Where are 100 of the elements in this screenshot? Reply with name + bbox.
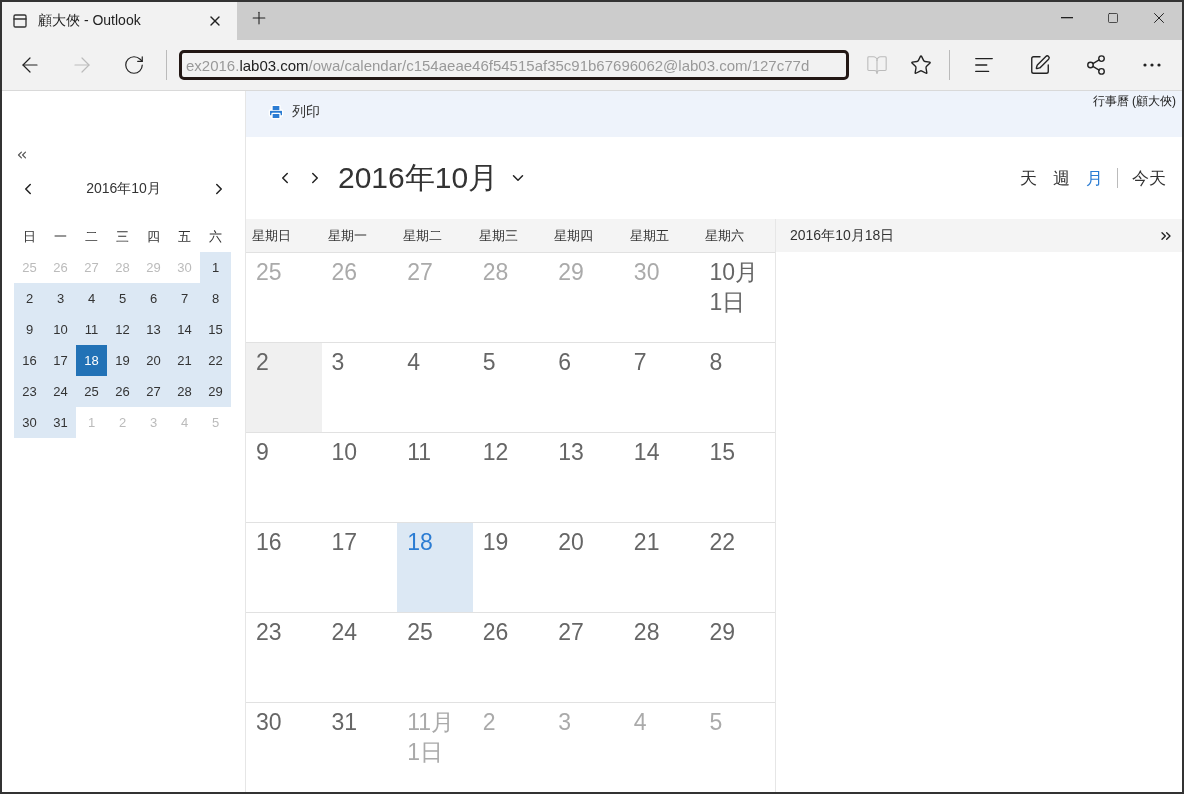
view-tab[interactable]: 週 — [1047, 166, 1076, 190]
mini-calendar-day[interactable]: 17 — [45, 345, 76, 376]
today-button[interactable]: 今天 — [1126, 166, 1172, 190]
day-number: 9 — [256, 438, 269, 467]
mini-calendar-day[interactable]: 1 — [200, 252, 231, 283]
mini-calendar-day[interactable]: 31 — [45, 407, 76, 438]
day-number: 7 — [633, 348, 647, 377]
day-cell[interactable]: 8 — [699, 342, 775, 432]
day-number: 28 — [482, 258, 509, 287]
day-cell[interactable]: 14 — [623, 432, 700, 522]
mini-calendar-day[interactable]: 20 — [138, 345, 169, 376]
weekday-label: 六 — [208, 227, 223, 246]
mini-calendar-day[interactable]: 30 — [14, 407, 45, 438]
day-cell[interactable]: 26 — [472, 612, 549, 702]
mini-calendar-day[interactable]: 12 — [107, 314, 138, 345]
day-cell[interactable]: 15 — [699, 432, 775, 522]
mini-calendar-day[interactable]: 27 — [138, 376, 169, 407]
day-cell[interactable]: 13 — [548, 432, 624, 522]
day-cell[interactable]: 4 — [397, 342, 473, 432]
calendar-name: 行事曆 (顧大俠) — [1092, 93, 1176, 110]
mini-calendar-day[interactable]: 21 — [169, 345, 200, 376]
day-number: 25 — [256, 258, 282, 287]
browser-tab[interactable]: 顧大俠 - Outlook — [2, 2, 237, 40]
print-button[interactable]: 列印 — [268, 103, 320, 121]
day-cell[interactable]: 20 — [548, 522, 624, 612]
mini-calendar-day[interactable]: 26 — [107, 376, 138, 407]
day-number: 12 — [482, 438, 509, 467]
day-cell[interactable]: 12 — [472, 432, 549, 522]
mini-calendar-day[interactable]: 19 — [107, 345, 138, 376]
day-cell[interactable]: 25 — [397, 612, 473, 702]
maximize-icon — [1107, 12, 1119, 24]
mini-calendar-day[interactable]: 11 — [76, 314, 107, 345]
mini-calendar-day[interactable]: 4 — [76, 283, 107, 314]
day-number: 20 — [558, 528, 584, 557]
day-number: 31 — [331, 708, 358, 737]
day-cell[interactable]: 19 — [472, 522, 549, 612]
mini-calendar-day[interactable]: 7 — [169, 283, 200, 314]
day-cell[interactable]: 18 — [397, 522, 473, 612]
day-cell[interactable]: 7 — [623, 342, 700, 432]
day-cell[interactable]: 30 — [246, 702, 322, 792]
day-number: 18 — [407, 528, 433, 557]
mini-calendar-day[interactable]: 16 — [14, 345, 45, 376]
mini-calendar-day[interactable]: 23 — [14, 376, 45, 407]
mini-calendar-day[interactable]: 28 — [169, 376, 200, 407]
day-cell[interactable]: 16 — [246, 522, 322, 612]
day-cell[interactable]: 5 — [472, 342, 549, 432]
view-tab[interactable]: 月 — [1080, 166, 1109, 190]
mini-calendar-day[interactable]: 5 — [107, 283, 138, 314]
day-cell[interactable]: 10 — [321, 432, 398, 522]
pen-icon — [1029, 54, 1051, 76]
day-number: 26 — [331, 258, 358, 287]
weekday-label: 四 — [146, 227, 161, 246]
mini-calendar-day[interactable]: 29 — [200, 376, 231, 407]
mini-calendar-day[interactable]: 25 — [76, 376, 107, 407]
mini-calendar-day[interactable]: 18 — [76, 345, 107, 376]
mini-calendar-title: 2016年10月 — [86, 180, 161, 198]
day-number: 24 — [331, 618, 358, 647]
day-cell[interactable]: 29 — [699, 612, 775, 702]
star-icon — [910, 54, 932, 76]
view-tab[interactable]: 天 — [1014, 166, 1043, 190]
weekday-header: 星期一 — [326, 226, 368, 245]
day-cell[interactable]: 28 — [623, 612, 700, 702]
day-number: 8 — [709, 348, 723, 377]
day-cell[interactable]: 2 — [246, 342, 322, 432]
refresh-icon — [123, 54, 145, 76]
mini-calendar-day[interactable]: 22 — [200, 345, 231, 376]
mini-calendar-day[interactable]: 15 — [200, 314, 231, 345]
mini-calendar-day[interactable]: 13 — [138, 314, 169, 345]
day-number: 15 — [709, 438, 735, 467]
day-number: 14 — [633, 438, 660, 467]
day-number: 21 — [633, 528, 660, 557]
mini-calendar-day[interactable]: 2 — [14, 283, 45, 314]
day-number: 11 — [407, 438, 432, 467]
day-number: 4 — [633, 708, 647, 737]
day-number: 27 — [558, 618, 584, 647]
day-number: 26 — [482, 618, 509, 647]
mini-calendar-day[interactable]: 8 — [200, 283, 231, 314]
day-number: 30 — [633, 258, 660, 287]
weekday-header: 星期五 — [628, 226, 670, 245]
day-cell[interactable]: 6 — [548, 342, 624, 432]
mini-calendar-day[interactable]: 9 — [14, 314, 45, 345]
day-cell[interactable]: 27 — [548, 612, 624, 702]
day-cell[interactable]: 9 — [246, 432, 322, 522]
day-cell[interactable]: 24 — [321, 612, 398, 702]
day-cell[interactable]: 10月1日 — [699, 252, 775, 342]
day-cell[interactable]: 21 — [623, 522, 700, 612]
mini-calendar-day[interactable]: 24 — [45, 376, 76, 407]
day-number: 16 — [256, 528, 282, 557]
day-number: 22 — [709, 528, 735, 557]
mini-calendar-day[interactable]: 3 — [45, 283, 76, 314]
mini-calendar-day[interactable]: 10 — [45, 314, 76, 345]
mini-calendar-day[interactable]: 6 — [138, 283, 169, 314]
day-cell[interactable]: 22 — [699, 522, 775, 612]
address-field[interactable]: ex2016.lab03.com/owa/calendar/c154aeae46f54515af35c91b67696062@lab03.com/127c77d — [179, 50, 849, 80]
share-icon — [1085, 54, 1107, 76]
book-icon — [866, 54, 888, 76]
day-cell[interactable]: 31 — [321, 702, 398, 792]
mini-calendar-day[interactable]: 14 — [169, 314, 200, 345]
day-cell[interactable]: 3 — [321, 342, 398, 432]
day-cell[interactable]: 23 — [246, 612, 322, 702]
